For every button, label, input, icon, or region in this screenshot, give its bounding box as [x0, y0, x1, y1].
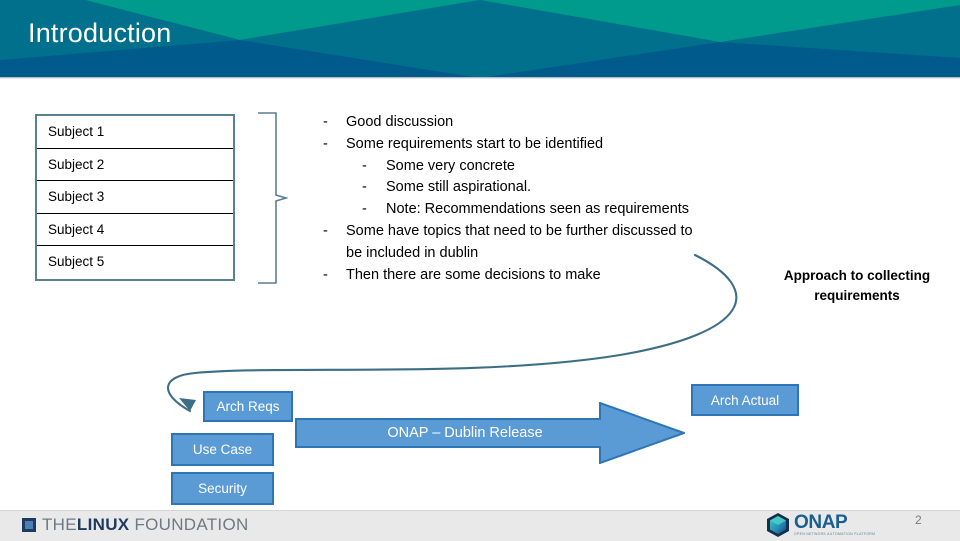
release-arrow-label: ONAP – Dublin Release	[387, 425, 543, 441]
bullet-item: - Then there are some decisions to make	[318, 265, 788, 287]
bullet-text: Good discussion	[346, 114, 454, 130]
subject-row: Subject 5	[48, 254, 105, 269]
bullet-dash: -	[323, 135, 328, 152]
linux-foundation-mark-icon	[22, 518, 36, 532]
subject-table: Subject 1 Subject 2 Subject 3 Subject 4 …	[35, 114, 235, 281]
bullet-item: - Note: Recommendations seen as requirem…	[318, 199, 788, 221]
bullet-item: - Good discussion	[318, 112, 788, 134]
linux-foundation-logo: THELINUX FOUNDATION	[22, 515, 249, 535]
bullet-list: - Good discussion - Some requirements st…	[318, 112, 788, 286]
use-case-box[interactable]: Use Case	[171, 433, 274, 466]
onap-logo: ONAP OPEN NETWORK AUTOMATION PLATFORM	[765, 512, 875, 538]
lf-foundation-text: FOUNDATION	[134, 515, 249, 534]
bullet-text: Some very concrete	[386, 157, 515, 174]
header-divider	[0, 77, 960, 79]
onap-wordmark: ONAP OPEN NETWORK AUTOMATION PLATFORM	[794, 511, 876, 537]
bullet-dash: -	[362, 157, 367, 174]
subject-row: Subject 1	[37, 116, 233, 149]
onap-name-text: ONAP	[794, 511, 848, 533]
bullet-text: Some still aspirational.	[386, 179, 532, 196]
slide-header-banner: Introduction	[0, 0, 960, 78]
bullet-item: - Some requirements start to be identifi…	[318, 134, 788, 156]
bullet-text: Note: Recommendations seen as requiremen…	[386, 201, 690, 218]
bullet-dash: -	[362, 179, 367, 196]
page-title: Introduction	[28, 18, 172, 48]
bullet-item: - Some have topics that need to be furth…	[318, 221, 696, 265]
bullet-item: - Some still aspirational.	[318, 177, 788, 199]
approach-caption: Approach to collecting requirements	[783, 268, 931, 303]
subject-row: Subject 3	[37, 181, 233, 214]
lf-linux-text: LINUX	[76, 515, 130, 534]
right-brace-icon	[258, 112, 288, 284]
bullet-dash: -	[323, 266, 328, 283]
lf-the-text: THE	[42, 515, 77, 534]
bullet-text: Some requirements start to be identified	[346, 135, 604, 152]
subject-row: Subject 4	[37, 214, 233, 246]
page-number: 2	[915, 513, 922, 527]
bullet-dash: -	[323, 222, 328, 239]
bullet-dash: -	[362, 201, 367, 218]
arch-actual-box[interactable]: Arch Actual	[691, 384, 799, 416]
bullet-text: Then there are some decisions to make	[346, 266, 601, 283]
bullet-text: Some have topics that need to be further…	[346, 222, 693, 261]
bullet-item: - Some very concrete	[318, 156, 788, 178]
bullet-dash: -	[323, 114, 328, 130]
onap-tagline-text: OPEN NETWORK AUTOMATION PLATFORM	[794, 531, 876, 536]
subject-row: Subject 2	[37, 149, 233, 181]
onap-hexagon-icon	[767, 513, 789, 537]
linux-foundation-wordmark: THELINUX FOUNDATION	[42, 516, 249, 534]
security-box[interactable]: Security	[171, 472, 274, 505]
arch-reqs-box[interactable]: Arch Reqs	[203, 391, 293, 422]
